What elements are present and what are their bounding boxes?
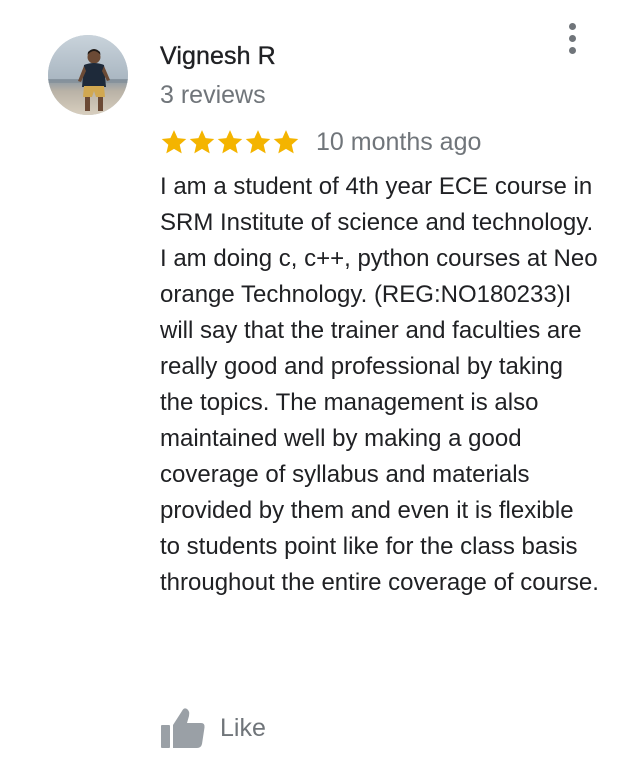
star-icon: [161, 130, 187, 154]
review-text: I am a student of 4th year ECE course in…: [160, 173, 599, 596]
reviewer-avatar[interactable]: [48, 35, 128, 115]
star-icon: [273, 130, 299, 154]
star-rating: [160, 128, 300, 156]
star-icon: [245, 130, 271, 154]
review-date: 10 months ago: [316, 128, 482, 156]
like-label: Like: [220, 714, 266, 742]
review-count[interactable]: 3 reviews: [160, 79, 266, 111]
review-card: Vignesh R 3 reviews 10 months ago I am a…: [0, 0, 640, 765]
thumbs-up-icon: [161, 708, 205, 748]
like-button[interactable]: Like: [160, 703, 266, 753]
avatar-photo: [48, 35, 128, 115]
star-icon: [217, 130, 243, 154]
more-vert-icon: [568, 22, 576, 30]
star-icon: [189, 130, 215, 154]
rating-row: 10 months ago: [160, 125, 481, 159]
more-options-button[interactable]: [556, 20, 588, 56]
reviewer-name[interactable]: Vignesh R: [160, 40, 276, 72]
